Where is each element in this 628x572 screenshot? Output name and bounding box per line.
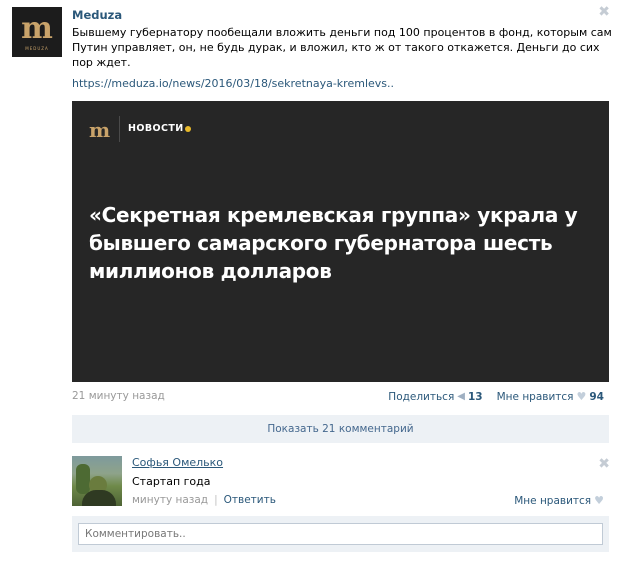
meta-separator: | — [214, 494, 218, 506]
meduza-logo: m — [21, 10, 53, 46]
share-label: Поделиться — [388, 390, 455, 403]
show-comments-button[interactable]: Показать 21 комментарий — [72, 415, 609, 443]
section-dot-icon — [185, 126, 191, 132]
close-icon[interactable]: ✖ — [598, 4, 610, 20]
megaphone-icon: ◀ — [457, 391, 465, 402]
comment-like-button[interactable]: Мне нравится ♥ — [514, 494, 604, 507]
share-count: 13 — [467, 390, 483, 403]
comment-meta: минуту назад | Ответить — [132, 494, 276, 506]
avatar-tree — [76, 464, 90, 494]
comment-close-icon[interactable]: ✖ — [598, 456, 610, 472]
reply-button[interactable]: Ответить — [224, 494, 276, 506]
card-section-label: НОВОСТИ — [128, 123, 184, 134]
author-avatar[interactable]: m MEDUZA — [12, 7, 62, 57]
like-button[interactable]: Мне нравится ♥ 94 — [497, 390, 604, 403]
like-label: Мне нравится — [496, 390, 574, 403]
card-logo: m — [89, 118, 111, 142]
card-divider — [119, 116, 120, 142]
link-preview-card[interactable]: m НОВОСТИ «Секретная кремлевская группа»… — [72, 101, 609, 382]
comment-author-link[interactable]: Софья Омелько — [132, 456, 223, 469]
heart-icon: ♥ — [594, 494, 604, 507]
share-button[interactable]: Поделиться ◀ 13 — [388, 391, 482, 403]
avatar-body — [82, 490, 116, 506]
post-actions: Поделиться ◀ 13 Мне нравится ♥ 94 — [388, 390, 604, 403]
post-author-link[interactable]: Meduza — [72, 8, 122, 22]
comment-like-label: Мне нравится — [514, 494, 592, 507]
wall-post: m MEDUZA ✖ Meduza Бывшему губернатору по… — [0, 0, 628, 572]
like-count: 94 — [589, 390, 604, 403]
card-headline: «Секретная кремлевская группа» украла у … — [89, 203, 578, 283]
comment-text: Стартап года — [132, 475, 211, 488]
heart-icon: ♥ — [576, 390, 587, 403]
comment-input-panel — [72, 516, 609, 552]
post-text: Бывшему губернатору пообещали вложить де… — [72, 26, 612, 69]
post-timestamp[interactable]: 21 минуту назад — [72, 390, 165, 402]
commenter-avatar[interactable] — [72, 456, 122, 506]
avatar-caption: MEDUZA — [25, 45, 49, 51]
post-link[interactable]: https://meduza.io/news/2016/03/18/sekret… — [72, 77, 394, 90]
comment-input[interactable] — [78, 523, 603, 545]
comment-timestamp[interactable]: минуту назад — [132, 494, 208, 506]
